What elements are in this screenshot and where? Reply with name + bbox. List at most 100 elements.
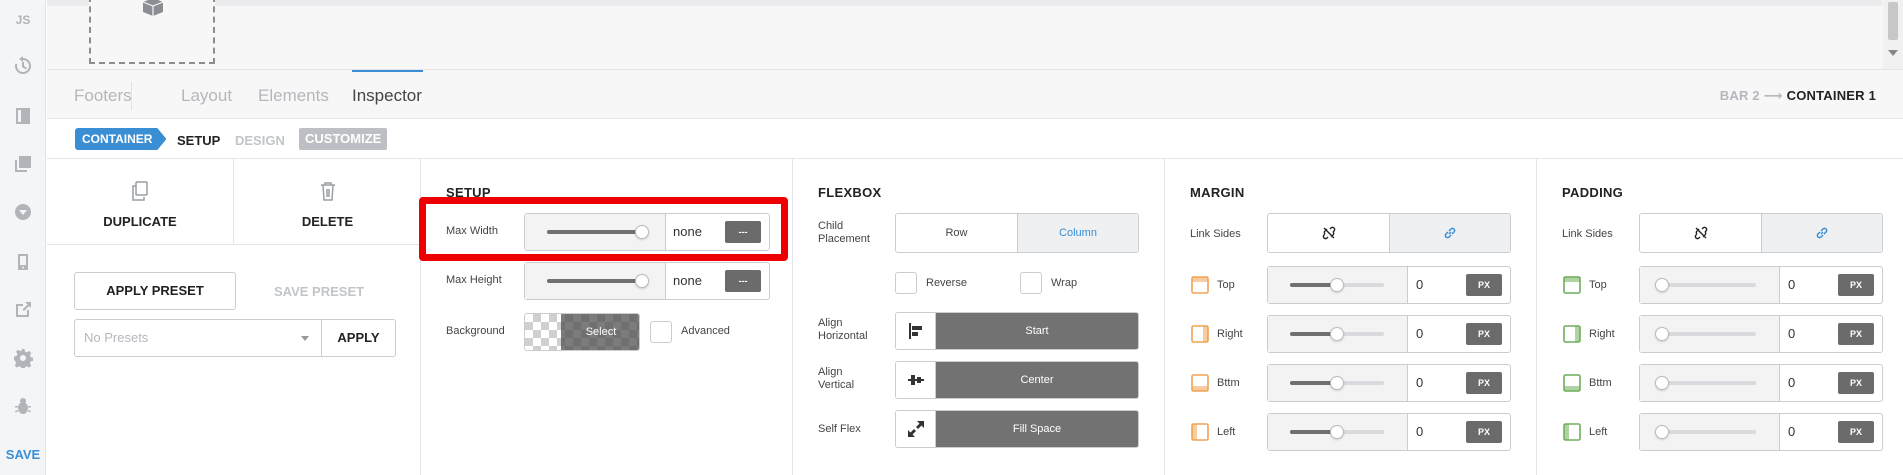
margin-unlink-option[interactable] [1268,214,1389,252]
save-preset-button[interactable]: SAVE PRESET [274,284,364,299]
padding-bottom-slider[interactable] [1640,365,1780,401]
margin-left-slider[interactable] [1268,414,1408,450]
margin-right-label: Right [1217,328,1243,340]
slider-knob[interactable] [1330,425,1344,439]
margin-bottom-label: Bttm [1217,377,1240,389]
margin-link-option[interactable] [1389,214,1510,252]
preset-select[interactable]: No Presets [74,319,322,357]
max-height-unit-button[interactable]: --- [725,270,761,292]
duplicate-button[interactable]: DUPLICATE [47,159,234,245]
breadcrumb-parent[interactable]: BAR 2 [1720,88,1760,103]
padding-bottom-value[interactable]: 0 [1788,365,1795,401]
slider-knob[interactable] [1655,376,1669,390]
js-button[interactable]: JS [0,2,46,38]
background-picker[interactable]: Select [524,313,640,351]
padding-right-unit-button[interactable]: PX [1838,323,1874,345]
bug-icon[interactable] [0,388,46,424]
max-height-label: Max Height [446,274,502,286]
margin-top-unit-button[interactable]: PX [1466,274,1502,296]
tab-inspector[interactable]: Inspector [352,86,422,106]
slider-knob[interactable] [635,274,649,288]
margin-right-value[interactable]: 0 [1416,316,1423,352]
padding-left-slider[interactable] [1640,414,1780,450]
padding-top-control: 0 PX [1639,266,1883,304]
slider-track [547,279,647,283]
wrap-label: Wrap [1051,277,1078,289]
scroll-down-arrow-icon[interactable] [1888,50,1898,56]
row-option[interactable]: Row [896,214,1017,252]
device-icon[interactable] [0,244,46,280]
save-button[interactable]: SAVE [0,436,46,472]
column-option[interactable]: Column [1017,214,1138,252]
max-height-slider[interactable] [525,263,666,299]
slider-knob[interactable] [1655,327,1669,341]
slider-knob[interactable] [1655,278,1669,292]
gear-icon[interactable] [0,340,46,376]
margin-left-unit-button[interactable]: PX [1466,421,1502,443]
selected-container-outline[interactable] [89,0,215,64]
apply-preset-button[interactable]: APPLY PRESET [74,272,236,310]
margin-bottom-slider[interactable] [1268,365,1408,401]
margin-top-label: Top [1217,279,1235,291]
breadcrumb-current: CONTAINER 1 [1786,88,1876,103]
margin-left-value[interactable]: 0 [1416,414,1423,450]
padding-right-slider[interactable] [1640,316,1780,352]
scroll-thumb[interactable] [1888,2,1898,40]
slider-knob[interactable] [1330,376,1344,390]
margin-right-unit-button[interactable]: PX [1466,323,1502,345]
dropdown-circle-icon[interactable] [0,194,46,230]
reverse-checkbox[interactable] [895,272,917,294]
trash-icon [320,182,335,201]
padding-top-slider[interactable] [1640,267,1780,303]
slider-knob[interactable] [1655,425,1669,439]
margin-top-value[interactable]: 0 [1416,267,1423,303]
apply-button[interactable]: APPLY [321,319,396,357]
subtab-customize[interactable]: CUSTOMIZE [299,128,388,150]
layers-icon[interactable] [0,146,46,182]
margin-top-slider[interactable] [1268,267,1408,303]
slider-knob[interactable] [1330,278,1344,292]
subtab-design[interactable]: DESIGN [235,133,285,148]
padding-left-value[interactable]: 0 [1788,414,1795,450]
padding-right-side-icon [1562,324,1582,344]
margin-right-slider[interactable] [1268,316,1408,352]
margin-bottom-value[interactable]: 0 [1416,365,1423,401]
padding-link-option[interactable] [1761,214,1882,252]
margin-bottom-unit-button[interactable]: PX [1466,372,1502,394]
slider-track [1662,283,1756,287]
padding-right-label: Right [1589,328,1615,340]
padding-unlink-option[interactable] [1640,214,1761,252]
tab-footers[interactable]: Footers [74,86,132,106]
padding-left-control: 0 PX [1639,413,1883,451]
align-horizontal-control[interactable]: Start [895,312,1139,350]
duplicate-icon [132,181,148,201]
advanced-checkbox[interactable] [650,321,672,343]
wrap-checkbox[interactable] [1020,272,1042,294]
padding-left-unit-button[interactable]: PX [1838,421,1874,443]
align-horizontal-value[interactable]: Start [936,313,1138,349]
preset-select-value: No Presets [84,330,149,345]
delete-button[interactable]: DELETE [234,159,421,245]
history-icon[interactable] [0,48,46,84]
max-height-value[interactable]: none [673,263,702,299]
align-vertical-value[interactable]: Center [936,362,1138,398]
layout-icon[interactable] [0,98,46,134]
padding-top-unit-button[interactable]: PX [1838,274,1874,296]
slider-knob[interactable] [1330,327,1344,341]
padding-right-value[interactable]: 0 [1788,316,1795,352]
tab-layout[interactable]: Layout [181,86,232,106]
left-sidebar: JS SAVE [0,0,46,475]
padding-bottom-unit-button[interactable]: PX [1838,372,1874,394]
self-flex-value[interactable]: Fill Space [936,411,1138,447]
align-vertical-control[interactable]: Center [895,361,1139,399]
external-link-icon[interactable] [0,292,46,328]
margin-bottom-control: 0 PX [1267,364,1511,402]
preview-scrollbar[interactable] [1883,0,1903,69]
tab-elements[interactable]: Elements [258,86,329,106]
subtab-setup[interactable]: SETUP [177,133,220,148]
self-flex-control[interactable]: Fill Space [895,410,1139,448]
actions-grid: DUPLICATE DELETE [47,159,421,245]
flexbox-panel: FLEXBOX Child Placement Row Column Revers… [793,159,1165,475]
padding-top-value[interactable]: 0 [1788,267,1795,303]
background-select-button[interactable]: Select [561,314,639,350]
